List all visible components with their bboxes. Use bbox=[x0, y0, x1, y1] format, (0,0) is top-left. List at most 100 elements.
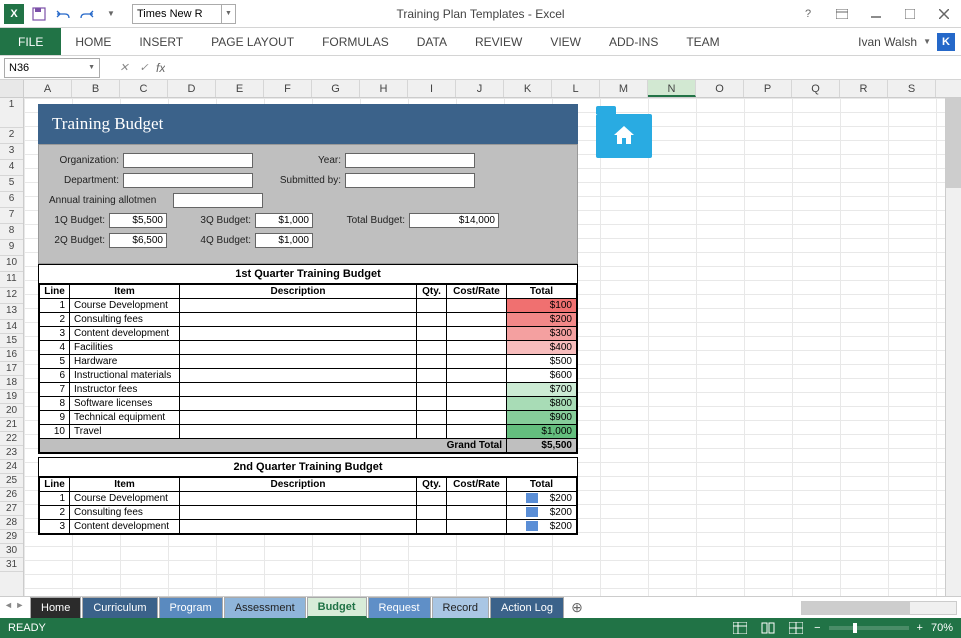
column-header-K[interactable]: K bbox=[504, 80, 552, 97]
user-avatar[interactable]: K bbox=[937, 33, 955, 51]
ribbon-tab-add-ins[interactable]: ADD-INS bbox=[595, 28, 672, 55]
sheet-nav[interactable]: ◄ ► bbox=[4, 600, 24, 610]
q4-input[interactable] bbox=[255, 233, 313, 248]
column-header-F[interactable]: F bbox=[264, 80, 312, 97]
column-header-G[interactable]: G bbox=[312, 80, 360, 97]
row-header-20[interactable]: 20 bbox=[0, 404, 23, 418]
ribbon-tab-insert[interactable]: INSERT bbox=[125, 28, 197, 55]
sheet-tab-program[interactable]: Program bbox=[159, 597, 223, 618]
zoom-slider[interactable] bbox=[829, 626, 909, 630]
row-header-24[interactable]: 24 bbox=[0, 460, 23, 474]
row-header-4[interactable]: 4 bbox=[0, 160, 23, 176]
row-header-31[interactable]: 31 bbox=[0, 558, 23, 572]
normal-view-icon[interactable] bbox=[730, 620, 750, 636]
ribbon-tab-team[interactable]: TEAM bbox=[672, 28, 733, 55]
fx-icon[interactable]: fx bbox=[156, 61, 165, 75]
zoom-level[interactable]: 70% bbox=[931, 622, 953, 634]
close-icon[interactable] bbox=[931, 4, 957, 24]
row-header-18[interactable]: 18 bbox=[0, 376, 23, 390]
column-header-P[interactable]: P bbox=[744, 80, 792, 97]
page-break-view-icon[interactable] bbox=[786, 620, 806, 636]
row-header-19[interactable]: 19 bbox=[0, 390, 23, 404]
ribbon-tab-review[interactable]: REVIEW bbox=[461, 28, 536, 55]
row-header-7[interactable]: 7 bbox=[0, 208, 23, 224]
zoom-slider-thumb[interactable] bbox=[853, 623, 857, 633]
table-row[interactable]: 2Consulting fees$200 bbox=[40, 506, 577, 520]
home-folder-icon[interactable] bbox=[596, 106, 652, 158]
row-header-3[interactable]: 3 bbox=[0, 144, 23, 160]
row-header-5[interactable]: 5 bbox=[0, 176, 23, 192]
row-header-26[interactable]: 26 bbox=[0, 488, 23, 502]
row-header-23[interactable]: 23 bbox=[0, 446, 23, 460]
column-header-Q[interactable]: Q bbox=[792, 80, 840, 97]
ribbon-tab-formulas[interactable]: FORMULAS bbox=[308, 28, 403, 55]
row-header-22[interactable]: 22 bbox=[0, 432, 23, 446]
row-header-16[interactable]: 16 bbox=[0, 348, 23, 362]
sheet-tab-curriculum[interactable]: Curriculum bbox=[82, 597, 157, 618]
new-sheet-button[interactable]: ⊕ bbox=[565, 597, 589, 618]
table-row[interactable]: 6Instructional materials$600 bbox=[40, 369, 577, 383]
q3-input[interactable] bbox=[255, 213, 313, 228]
ribbon-tab-view[interactable]: VIEW bbox=[536, 28, 595, 55]
row-header-27[interactable]: 27 bbox=[0, 502, 23, 516]
row-header-2[interactable]: 2 bbox=[0, 128, 23, 144]
table-row[interactable]: 5Hardware$500 bbox=[40, 355, 577, 369]
font-dropdown-icon[interactable]: ▼ bbox=[222, 4, 236, 24]
row-header-12[interactable]: 12 bbox=[0, 288, 23, 304]
organization-input[interactable] bbox=[123, 153, 253, 168]
row-header-17[interactable]: 17 bbox=[0, 362, 23, 376]
redo-icon[interactable] bbox=[76, 3, 98, 25]
table-row[interactable]: 4Facilities$400 bbox=[40, 341, 577, 355]
horizontal-scrollbar[interactable] bbox=[801, 597, 961, 618]
row-header-30[interactable]: 30 bbox=[0, 544, 23, 558]
vertical-scrollbar[interactable] bbox=[945, 98, 961, 596]
total-budget-input[interactable] bbox=[409, 213, 499, 228]
column-header-N[interactable]: N bbox=[648, 80, 696, 97]
ribbon-display-icon[interactable] bbox=[829, 4, 855, 24]
table-row[interactable]: 9Technical equipment$900 bbox=[40, 411, 577, 425]
q1-input[interactable] bbox=[109, 213, 167, 228]
row-header-8[interactable]: 8 bbox=[0, 224, 23, 240]
minimize-icon[interactable] bbox=[863, 4, 889, 24]
table-row[interactable]: 7Instructor fees$700 bbox=[40, 383, 577, 397]
sheet-tab-request[interactable]: Request bbox=[368, 597, 431, 618]
column-header-L[interactable]: L bbox=[552, 80, 600, 97]
sheet-tab-assessment[interactable]: Assessment bbox=[224, 597, 306, 618]
qat-customize-icon[interactable]: ▼ bbox=[100, 3, 122, 25]
table-row[interactable]: 10Travel$1,000 bbox=[40, 425, 577, 439]
column-header-M[interactable]: M bbox=[600, 80, 648, 97]
row-header-13[interactable]: 13 bbox=[0, 304, 23, 320]
sheet-tab-home[interactable]: Home bbox=[30, 597, 81, 618]
row-header-14[interactable]: 14 bbox=[0, 320, 23, 334]
allotment-input[interactable] bbox=[173, 193, 263, 208]
table-row[interactable]: 3Content development$200 bbox=[40, 520, 577, 534]
column-header-E[interactable]: E bbox=[216, 80, 264, 97]
column-header-R[interactable]: R bbox=[840, 80, 888, 97]
maximize-icon[interactable] bbox=[897, 4, 923, 24]
row-header-15[interactable]: 15 bbox=[0, 334, 23, 348]
table-row[interactable]: 2Consulting fees$200 bbox=[40, 313, 577, 327]
column-header-I[interactable]: I bbox=[408, 80, 456, 97]
font-name-input[interactable] bbox=[132, 4, 222, 24]
cancel-formula-icon[interactable]: ✕ bbox=[114, 58, 134, 78]
row-header-9[interactable]: 9 bbox=[0, 240, 23, 256]
user-dropdown-icon[interactable]: ▼ bbox=[923, 37, 931, 46]
row-header-10[interactable]: 10 bbox=[0, 256, 23, 272]
column-header-J[interactable]: J bbox=[456, 80, 504, 97]
horizontal-scroll-thumb[interactable] bbox=[802, 602, 910, 614]
sheet-canvas[interactable]: Training Budget Organization: Year: Depa… bbox=[24, 98, 961, 596]
column-header-D[interactable]: D bbox=[168, 80, 216, 97]
file-tab[interactable]: FILE bbox=[0, 28, 61, 55]
worksheet-grid[interactable]: 1234567891011121314151617181920212223242… bbox=[0, 98, 961, 596]
table-row[interactable]: 3Content development$300 bbox=[40, 327, 577, 341]
table-row[interactable]: 8Software licenses$800 bbox=[40, 397, 577, 411]
zoom-out-icon[interactable]: − bbox=[814, 622, 820, 634]
enter-formula-icon[interactable]: ✓ bbox=[134, 58, 154, 78]
year-input[interactable] bbox=[345, 153, 475, 168]
help-icon[interactable]: ? bbox=[795, 4, 821, 24]
row-header-21[interactable]: 21 bbox=[0, 418, 23, 432]
column-header-A[interactable]: A bbox=[24, 80, 72, 97]
sheet-tab-budget[interactable]: Budget bbox=[307, 597, 367, 618]
select-all-corner[interactable] bbox=[0, 80, 24, 97]
page-layout-view-icon[interactable] bbox=[758, 620, 778, 636]
